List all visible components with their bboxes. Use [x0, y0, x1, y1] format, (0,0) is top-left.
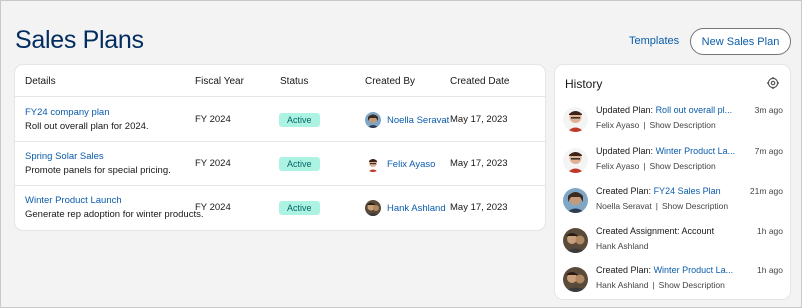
avatar [563, 228, 588, 253]
avatar [563, 148, 588, 173]
history-link[interactable]: FY24 Sales Plan [654, 186, 721, 196]
history-action: Updated Plan: [596, 146, 654, 156]
history-item: Created Plan: Winter Product La... 1h ag… [563, 265, 783, 305]
plan-name-link[interactable]: Winter Product Launch [25, 195, 204, 206]
history-item: Created Assignment: Account 1h ago Hank … [563, 226, 783, 266]
avatar [365, 200, 381, 216]
column-header-details: Details [25, 76, 56, 87]
show-description-link[interactable]: Show Description [662, 201, 728, 211]
plan-description: Generate rep adoption for winter product… [25, 209, 204, 220]
history-time: 1h ago [757, 226, 783, 236]
history-item: Created Plan: FY24 Sales Plan 21m ago No… [563, 186, 783, 226]
new-sales-plan-button[interactable]: New Sales Plan [690, 28, 791, 55]
created-date: May 17, 2023 [450, 114, 508, 125]
fiscal-year: FY 2024 [195, 158, 231, 169]
fiscal-year: FY 2024 [195, 114, 231, 125]
fiscal-year: FY 2024 [195, 202, 231, 213]
creator-link[interactable]: Hank Ashland [387, 203, 446, 214]
show-description-link[interactable]: Show Description [650, 120, 716, 130]
status-badge: Active [279, 113, 320, 127]
history-user: Hank Ashland [596, 280, 649, 290]
table-row: Winter Product Launch Generate rep adopt… [15, 186, 545, 230]
history-panel: History Updated Plan: Roll out overall p… [555, 65, 790, 299]
history-item: Updated Plan: Roll out overall pl... 3m … [563, 105, 783, 145]
history-action: Created Plan: [596, 265, 652, 275]
history-time: 21m ago [749, 186, 783, 196]
history-user: Hank Ashland [596, 241, 649, 251]
history-user: Felix Ayaso [596, 161, 640, 171]
column-header-status: Status [280, 76, 309, 87]
avatar [563, 107, 588, 132]
history-time: 3m ago [754, 105, 783, 115]
creator-link[interactable]: Felix Ayaso [387, 159, 435, 170]
history-time: 7m ago [754, 146, 783, 156]
templates-button[interactable]: Templates [629, 35, 679, 47]
creator-link[interactable]: Noella Seravat [387, 115, 449, 126]
history-action: Created Assignment: Account [596, 226, 715, 236]
history-user: Felix Ayaso [596, 120, 640, 130]
table-row: Spring Solar Sales Promote panels for sp… [15, 142, 545, 186]
history-user: Noella Seravat [596, 201, 652, 211]
history-item: Updated Plan: Winter Product La... 7m ag… [563, 146, 783, 186]
page-title: Sales Plans [15, 26, 144, 54]
avatar [365, 156, 381, 172]
avatar [563, 188, 588, 213]
column-header-created-date: Created Date [450, 76, 510, 87]
column-header-fiscal-year: Fiscal Year [195, 76, 244, 87]
gear-icon[interactable] [767, 76, 779, 89]
history-link[interactable]: Winter Product La... [656, 146, 736, 156]
history-time: 1h ago [757, 265, 783, 275]
table-row: FY24 company plan Roll out overall plan … [15, 98, 545, 142]
sales-plans-table: Details Fiscal Year Status Created By Cr… [15, 65, 545, 230]
history-action: Updated Plan: [596, 105, 654, 115]
plan-name-link[interactable]: FY24 company plan [25, 107, 149, 118]
history-link[interactable]: Winter Product La... [654, 265, 734, 275]
plan-description: Roll out overall plan for 2024. [25, 121, 149, 132]
history-link[interactable]: Roll out overall pl... [656, 105, 733, 115]
table-header: Details Fiscal Year Status Created By Cr… [15, 65, 545, 97]
status-badge: Active [279, 157, 320, 171]
avatar [563, 267, 588, 292]
history-action: Created Plan: [596, 186, 652, 196]
show-description-link[interactable]: Show Description [659, 280, 725, 290]
status-badge: Active [279, 201, 320, 215]
show-description-link[interactable]: Show Description [650, 161, 716, 171]
created-date: May 17, 2023 [450, 158, 508, 169]
avatar [365, 112, 381, 128]
plan-name-link[interactable]: Spring Solar Sales [25, 151, 171, 162]
plan-description: Promote panels for special pricing. [25, 165, 171, 176]
created-date: May 17, 2023 [450, 202, 508, 213]
column-header-created-by: Created By [365, 76, 416, 87]
history-title: History [565, 77, 603, 91]
